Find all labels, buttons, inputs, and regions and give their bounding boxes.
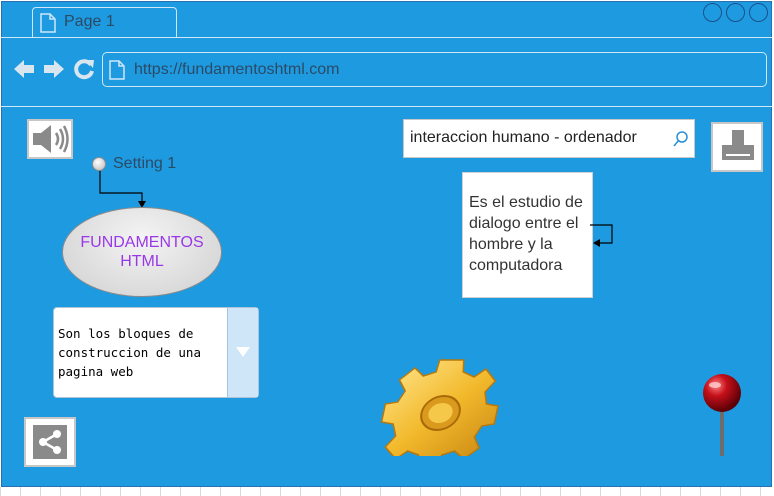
address-bar[interactable]: https://fundamentoshtml.com: [102, 52, 767, 87]
url-text: https://fundamentoshtml.com: [134, 61, 340, 78]
reload-icon[interactable]: [72, 57, 96, 81]
search-input[interactable]: interaccion humano - ordenador: [410, 129, 637, 147]
arrow-right-icon[interactable]: [42, 57, 66, 81]
setting-radio[interactable]: [92, 157, 106, 171]
print-button[interactable]: [711, 122, 763, 172]
close-button[interactable]: [749, 3, 768, 22]
note-connector: [590, 224, 613, 247]
search-box[interactable]: interaccion humano - ordenador: [403, 119, 695, 158]
document-icon: [109, 60, 125, 80]
document-icon: [40, 13, 56, 33]
maximize-button[interactable]: [726, 3, 745, 22]
minimize-button[interactable]: [703, 3, 722, 22]
share-icon: [33, 425, 67, 459]
ellipse-label: FUNDAMENTOS HTML: [80, 234, 204, 270]
note-card: Es el estudio de dialogo entre el hombre…: [462, 172, 593, 298]
tab-label: Page 1: [64, 13, 115, 30]
dropdown-toggle[interactable]: [227, 308, 258, 397]
canvas-grid-strip: [0, 487, 774, 496]
speaker-icon: [33, 125, 69, 153]
dropdown-text: Son los bloques de construccion de una p…: [58, 326, 201, 379]
speaker-button[interactable]: [27, 119, 73, 159]
gear-icon[interactable]: [380, 356, 500, 456]
search-icon[interactable]: [672, 130, 690, 148]
share-button[interactable]: [24, 417, 76, 467]
definition-dropdown[interactable]: Son los bloques de construccion de una p…: [53, 307, 259, 398]
chevron-down-icon: [236, 347, 250, 357]
connector-arrow: [99, 171, 146, 208]
printer-icon: [722, 130, 754, 160]
pin-icon[interactable]: [698, 374, 746, 458]
tab-divider: [1, 37, 772, 38]
arrow-left-icon[interactable]: [12, 57, 36, 81]
toolbar-divider: [1, 106, 772, 107]
note-text: Es el estudio de dialogo entre el hombre…: [469, 194, 583, 274]
fundamentos-html-node[interactable]: FUNDAMENTOS HTML: [62, 207, 222, 297]
tab-page-1[interactable]: Page 1: [32, 7, 177, 38]
